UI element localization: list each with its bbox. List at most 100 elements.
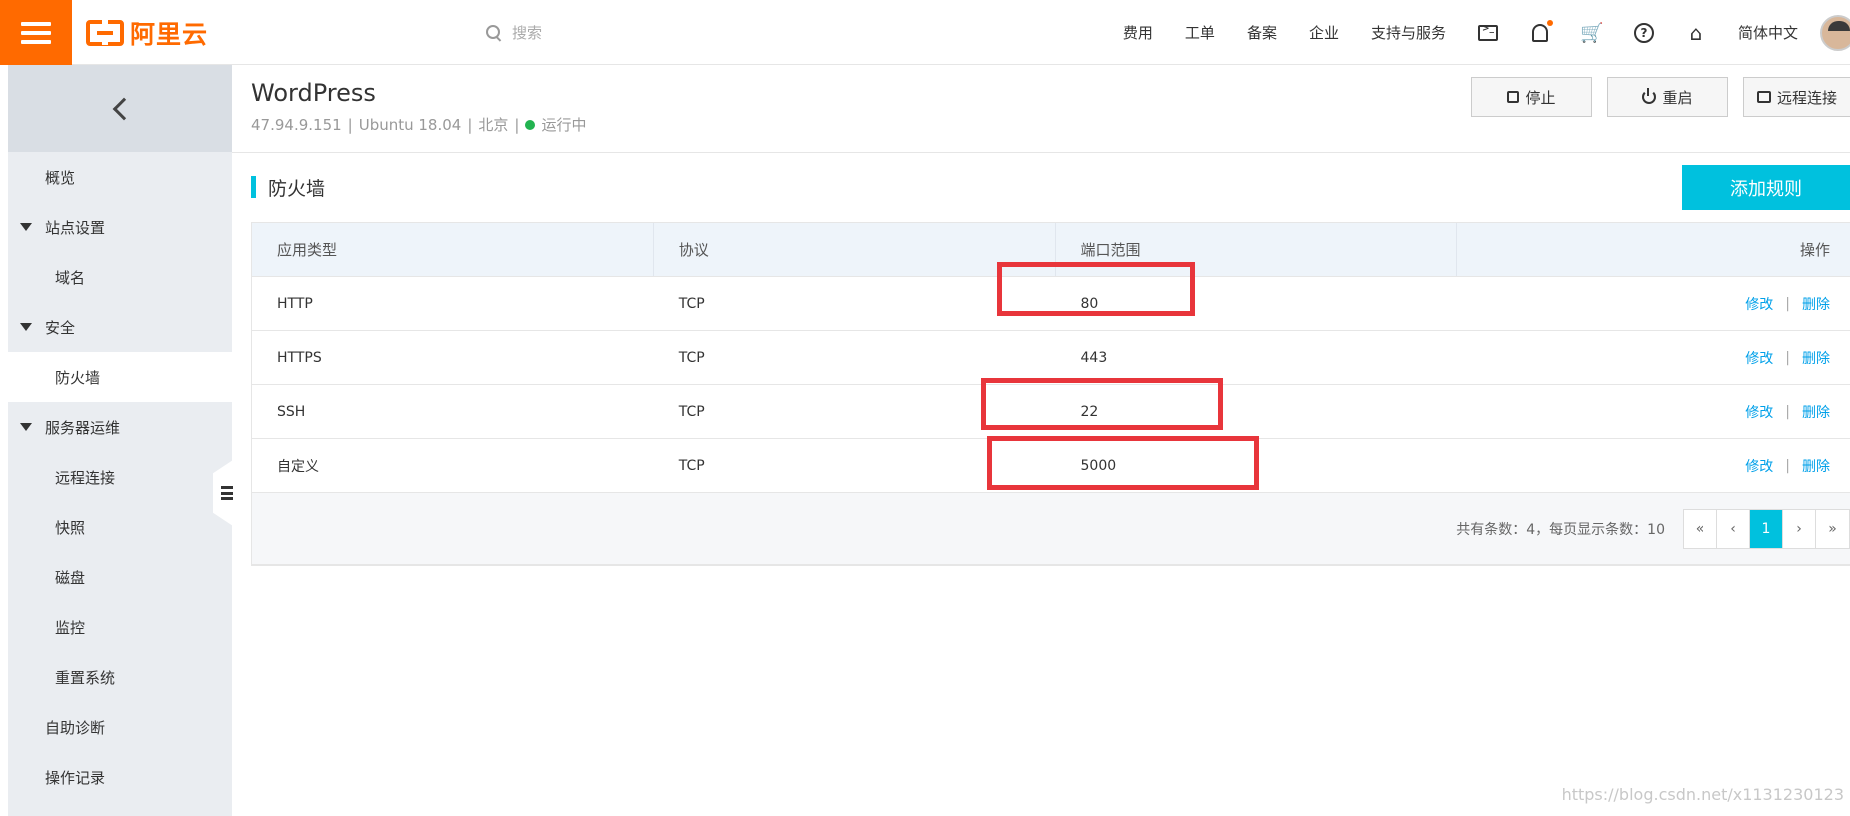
- edit-link[interactable]: 修改: [1745, 348, 1773, 368]
- sidebar-group-site-settings[interactable]: 站点设置: [8, 202, 232, 252]
- search-icon[interactable]: [486, 25, 502, 41]
- stop-icon: [1507, 91, 1520, 103]
- collapse-icon: [221, 486, 233, 500]
- highlight-box-port-80: [997, 262, 1195, 316]
- watermark: https://blog.csdn.net/x1131230123: [1561, 785, 1844, 804]
- status-dot-icon: [525, 119, 536, 130]
- terminal-button[interactable]: [1462, 0, 1514, 65]
- nav-fees[interactable]: 费用: [1107, 22, 1169, 43]
- notifications-button[interactable]: [1514, 0, 1566, 65]
- cell-type: HTTPS: [277, 349, 322, 366]
- meta-separator: |: [347, 115, 353, 134]
- stop-button-label: 停止: [1525, 88, 1556, 107]
- brand-name: 阿里云: [130, 20, 209, 49]
- sidebar-item-operation-log[interactable]: 操作记录: [8, 752, 232, 802]
- language-switch[interactable]: 简体中文: [1722, 22, 1814, 43]
- pagination: « ‹ 1 › »: [1683, 508, 1850, 549]
- home-button[interactable]: ⌂: [1670, 0, 1722, 65]
- nav-support[interactable]: 支持与服务: [1355, 22, 1462, 43]
- sidebar-item-monitor[interactable]: 监控: [8, 602, 232, 652]
- sidebar-item-self-diagnosis[interactable]: 自助诊断: [8, 702, 232, 752]
- meta-separator: |: [514, 115, 520, 134]
- delete-link[interactable]: 删除: [1802, 456, 1830, 476]
- top-bar: 阿里云 费用 工单 备案 企业 支持与服务 🛒 ? ⌂ 简体中文: [0, 0, 1850, 65]
- sidebar-item-label: 监控: [55, 618, 86, 637]
- remote-connect-button-label: 远程连接: [1776, 88, 1837, 107]
- cell-actions: 修改 | 删除: [1457, 385, 1850, 438]
- cart-button[interactable]: 🛒: [1566, 0, 1618, 65]
- remote-desktop-icon: [1756, 91, 1771, 103]
- remote-connect-button[interactable]: 远程连接: [1743, 77, 1850, 117]
- sidebar-item-label: 操作记录: [45, 768, 106, 787]
- sidebar-item-label: 域名: [55, 268, 86, 287]
- menu-button[interactable]: [0, 0, 72, 65]
- power-icon: [1642, 88, 1657, 104]
- nav-enterprise[interactable]: 企业: [1293, 22, 1355, 43]
- column-header-actions: 操作: [1800, 241, 1831, 259]
- sidebar-item-domain[interactable]: 域名: [8, 252, 232, 302]
- caret-down-icon: [20, 323, 32, 331]
- sidebar: 概览 站点设置 域名 安全 防火墙 服务器运维 远程连接 快照 磁盘 监控 重置…: [8, 65, 232, 816]
- delete-link[interactable]: 删除: [1802, 402, 1830, 422]
- help-button[interactable]: ?: [1618, 0, 1670, 65]
- delete-link[interactable]: 删除: [1802, 348, 1830, 368]
- sidebar-item-label: 服务器运维: [45, 418, 121, 437]
- cell-type: SSH: [277, 403, 306, 420]
- restart-button-label: 重启: [1662, 88, 1693, 107]
- instance-region: 北京: [478, 116, 509, 134]
- avatar[interactable]: [1820, 14, 1850, 51]
- table-footer: 共有条数：4，每页显示条数：10 « ‹ 1 › »: [252, 493, 1850, 565]
- instance-ip: 47.94.9.151: [251, 115, 342, 134]
- sidebar-item-label: 安全: [45, 318, 76, 337]
- action-separator: |: [1785, 349, 1791, 366]
- page-prev-button[interactable]: ‹: [1717, 509, 1750, 548]
- page-next-button[interactable]: ›: [1783, 509, 1816, 548]
- page-first-button[interactable]: «: [1684, 509, 1717, 548]
- sidebar-item-overview[interactable]: 概览: [8, 152, 232, 202]
- sidebar-item-label: 重置系统: [55, 668, 116, 687]
- page-last-button[interactable]: »: [1816, 509, 1849, 548]
- sidebar-item-disk[interactable]: 磁盘: [8, 552, 232, 602]
- sidebar-item-label: 自助诊断: [45, 718, 106, 737]
- instance-os: Ubuntu 18.04: [358, 115, 462, 134]
- add-rule-button[interactable]: 添加规则: [1682, 165, 1850, 210]
- cell-actions: 修改 | 删除: [1457, 331, 1850, 384]
- sidebar-item-reset-system[interactable]: 重置系统: [8, 652, 232, 702]
- section-title: 防火墙: [251, 176, 325, 200]
- sidebar-group-security[interactable]: 安全: [8, 302, 232, 352]
- edit-link[interactable]: 修改: [1745, 456, 1773, 476]
- highlight-box-port-5000: [987, 436, 1259, 490]
- sidebar-item-label: 站点设置: [45, 218, 106, 237]
- stop-button[interactable]: 停止: [1471, 77, 1592, 117]
- action-separator: |: [1785, 403, 1791, 420]
- page-current-button[interactable]: 1: [1750, 509, 1783, 548]
- sidebar-item-firewall[interactable]: 防火墙: [8, 352, 232, 402]
- caret-down-icon: [20, 223, 32, 231]
- top-nav: 费用 工单 备案 企业 支持与服务 🛒 ? ⌂ 简体中文: [1107, 0, 1850, 65]
- search-input[interactable]: [512, 24, 772, 42]
- edit-link[interactable]: 修改: [1745, 294, 1773, 314]
- page-title: WordPress: [251, 79, 376, 107]
- delete-link[interactable]: 删除: [1802, 294, 1830, 314]
- restart-button[interactable]: 重启: [1607, 77, 1728, 117]
- column-header-protocol: 协议: [654, 223, 1056, 276]
- sidebar-item-label: 磁盘: [55, 568, 86, 587]
- edit-link[interactable]: 修改: [1745, 402, 1773, 422]
- cart-icon: 🛒: [1580, 22, 1604, 44]
- sidebar-item-label: 快照: [55, 518, 86, 537]
- highlight-box-port-22: [981, 378, 1223, 430]
- column-header-type: 应用类型: [252, 223, 654, 276]
- pagination-info: 共有条数：4，每页显示条数：10: [1456, 521, 1665, 538]
- terminal-icon: [1477, 24, 1498, 41]
- search-box[interactable]: [486, 20, 786, 46]
- sidebar-item-label: 防火墙: [55, 368, 101, 387]
- nav-tickets[interactable]: 工单: [1169, 22, 1231, 43]
- caret-down-icon: [20, 423, 32, 431]
- sidebar-item-snapshot[interactable]: 快照: [8, 502, 232, 552]
- bell-icon: [1531, 19, 1553, 42]
- sidebar-item-remote-connect[interactable]: 远程连接: [8, 452, 232, 502]
- nav-icp[interactable]: 备案: [1231, 22, 1293, 43]
- sidebar-group-server-ops[interactable]: 服务器运维: [8, 402, 232, 452]
- aliyun-logo[interactable]: 阿里云: [86, 18, 209, 49]
- sidebar-back-button[interactable]: [8, 65, 232, 152]
